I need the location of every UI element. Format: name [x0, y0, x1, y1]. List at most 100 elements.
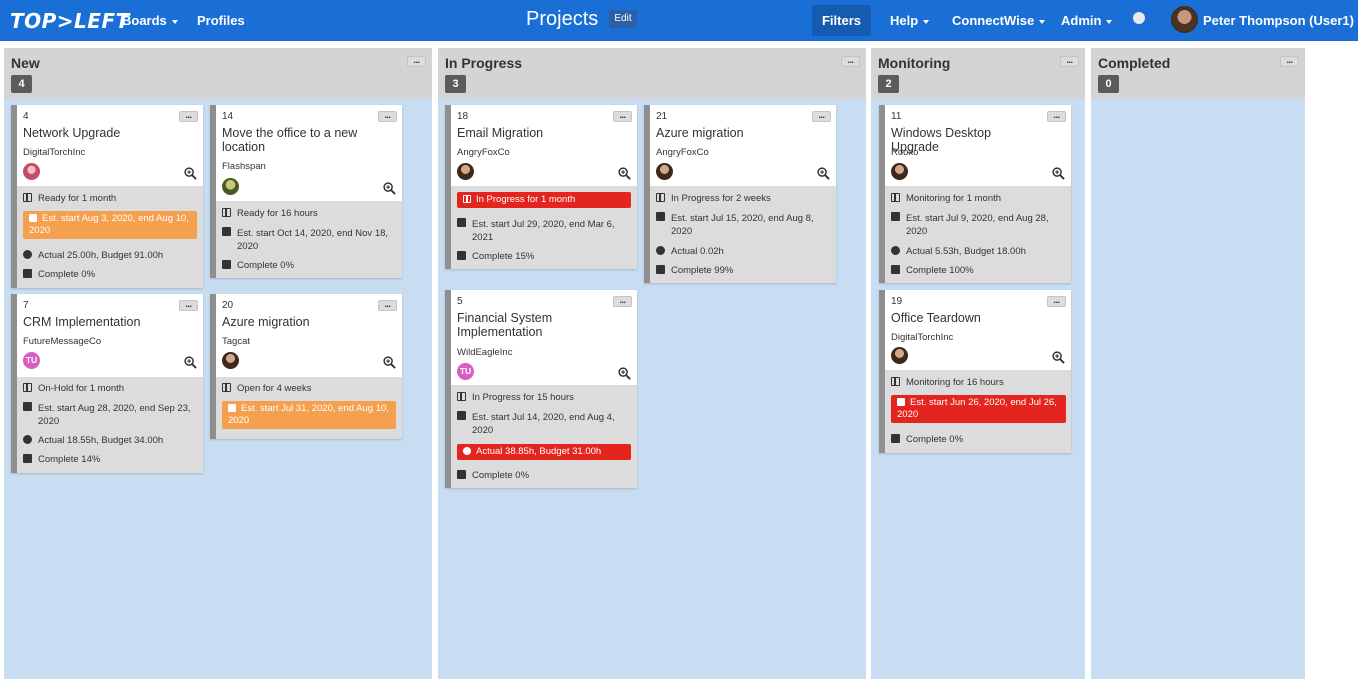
board-icon [463, 195, 471, 203]
admin-menu[interactable]: Admin [1061, 13, 1113, 28]
user-avatar[interactable] [1171, 6, 1198, 33]
complete-row: Complete 99% [656, 265, 733, 276]
card-title[interactable]: Azure migration [656, 126, 806, 140]
card-id: 21 [656, 111, 668, 122]
assignee-avatar [23, 163, 40, 180]
status-text: In Progress for 2 weeks [671, 193, 771, 204]
project-card[interactable]: 11 ... Windows Desktop Upgrade Rooxo Mon… [879, 105, 1071, 283]
card-more-button[interactable]: ... [1047, 111, 1066, 122]
schedule-text: Est. start Aug 28, 2020, end Sep 23, 202… [38, 403, 191, 427]
checklist-icon [656, 265, 665, 274]
project-card[interactable]: 4 ... Network Upgrade DigitalTorchInc Re… [11, 105, 203, 288]
column-count-badge: 2 [878, 75, 899, 93]
page-title: Projects [526, 8, 599, 30]
zoom-icon[interactable] [817, 167, 830, 180]
card-title[interactable]: CRM Implementation [23, 315, 173, 329]
card-company: WildEagleInc [457, 347, 513, 358]
status-row: Ready for 1 month [23, 193, 116, 204]
column-header: Completed 0 ... [1091, 48, 1305, 99]
card-header: 4 ... Network Upgrade DigitalTorchInc [17, 105, 203, 186]
card-header: 14 ... Move the office to a new location… [216, 105, 402, 201]
top-navbar: TOP>LEFT Boards Profiles Projects Edit F… [0, 0, 1358, 41]
card-more-button[interactable]: ... [1047, 296, 1066, 307]
card-more-button[interactable]: ... [179, 300, 198, 311]
status-row: Monitoring for 1 month [891, 193, 1001, 204]
column-more-button[interactable]: ... [1280, 56, 1299, 67]
card-more-button[interactable]: ... [179, 111, 198, 122]
project-card[interactable]: 20 ... Azure migration Tagcat Open for 4… [210, 294, 402, 439]
card-id: 18 [457, 111, 469, 122]
card-more-button[interactable]: ... [613, 296, 632, 307]
card-more-button[interactable]: ... [613, 111, 632, 122]
board-icon [891, 377, 900, 386]
zoom-icon[interactable] [184, 356, 197, 369]
card-company: FutureMessageCo [23, 336, 102, 347]
zoom-icon[interactable] [383, 356, 396, 369]
schedule-text: Est. start Jul 9, 2020, end Aug 28, 2020 [906, 213, 1049, 237]
zoom-icon[interactable] [618, 167, 631, 180]
hours-text: Actual 5.53h, Budget 18.00h [906, 246, 1026, 257]
project-card[interactable]: 5 ... Financial System Implementation Wi… [445, 290, 637, 488]
card-id: 5 [457, 296, 463, 307]
zoom-icon[interactable] [184, 167, 197, 180]
assignee-avatar [222, 352, 239, 369]
hours-text: Actual 18.55h, Budget 34.00h [38, 435, 164, 446]
profiles-link[interactable]: Profiles [197, 13, 245, 28]
boards-menu[interactable]: Boards [122, 13, 178, 28]
zoom-icon[interactable] [618, 367, 631, 380]
assignee-avatar [656, 163, 673, 180]
column-more-button[interactable]: ... [841, 56, 860, 67]
card-title[interactable]: Financial System Implementation [457, 311, 607, 339]
hours-text: Actual 0.02h [671, 246, 724, 257]
complete-text: Complete 15% [472, 251, 535, 262]
assignee-avatar: TU [457, 363, 474, 380]
complete-row: Complete 100% [891, 265, 974, 276]
card-more-button[interactable]: ... [378, 300, 397, 311]
hours-row: Actual 25.00h, Budget 91.00h [23, 250, 163, 261]
schedule-text: Est. start Jul 31, 2020, end Aug 10, 202… [228, 403, 389, 426]
card-title[interactable]: Azure migration [222, 315, 372, 329]
card-title[interactable]: Office Teardown [891, 311, 1041, 325]
card-company: Flashspan [222, 161, 266, 172]
card-id: 11 [891, 111, 902, 122]
calendar-icon [228, 404, 236, 412]
project-card[interactable]: 18 ... Email Migration AngryFoxCo In Pro… [445, 105, 637, 269]
board-icon [23, 383, 32, 392]
status-text: In Progress for 15 hours [472, 392, 574, 403]
checklist-icon [891, 434, 900, 443]
checklist-icon [23, 454, 32, 463]
edit-title-button[interactable]: Edit [609, 10, 637, 28]
connectwise-menu[interactable]: ConnectWise [952, 13, 1046, 28]
hours-text: Actual 25.00h, Budget 91.00h [38, 250, 164, 261]
zoom-icon[interactable] [1052, 167, 1065, 180]
assignee-avatar [891, 347, 908, 364]
hours-row: Actual 18.55h, Budget 34.00h [23, 435, 163, 446]
project-card[interactable]: 19 ... Office Teardown DigitalTorchInc M… [879, 290, 1071, 453]
connectwise-menu-label: ConnectWise [952, 13, 1035, 28]
project-card[interactable]: 7 ... CRM Implementation FutureMessageCo… [11, 294, 203, 473]
status-indicator-icon[interactable] [1133, 12, 1145, 24]
card-title[interactable]: Email Migration [457, 126, 607, 140]
zoom-icon[interactable] [383, 182, 396, 195]
project-card[interactable]: 14 ... Move the office to a new location… [210, 105, 402, 278]
project-card[interactable]: 21 ... Azure migration AngryFoxCo In Pro… [644, 105, 836, 283]
filters-button[interactable]: Filters [812, 5, 871, 36]
schedule-row: Est. start Jul 29, 2020, end Mar 6, 2021 [457, 218, 634, 244]
column-header: New 4 ... [4, 48, 432, 99]
schedule-text: Est. start Jul 15, 2020, end Aug 8, 2020 [671, 213, 814, 237]
column-more-button[interactable]: ... [407, 56, 426, 67]
board-icon [222, 208, 231, 217]
app-logo[interactable]: TOP>LEFT [10, 9, 130, 33]
card-title[interactable]: Move the office to a new location [222, 126, 372, 154]
chevron-down-icon [923, 19, 930, 24]
status-text: Ready for 1 month [38, 193, 117, 204]
schedule-overdue-pill: Est. start Jun 26, 2020, end Jul 26, 202… [891, 395, 1066, 423]
card-more-button[interactable]: ... [378, 111, 397, 122]
card-title[interactable]: Network Upgrade [23, 126, 173, 140]
zoom-icon[interactable] [1052, 351, 1065, 364]
card-more-button[interactable]: ... [812, 111, 831, 122]
help-menu[interactable]: Help [890, 13, 930, 28]
complete-text: Complete 100% [906, 265, 974, 276]
user-menu[interactable]: Peter Thompson (User1) [1203, 13, 1358, 28]
column-more-button[interactable]: ... [1060, 56, 1079, 67]
